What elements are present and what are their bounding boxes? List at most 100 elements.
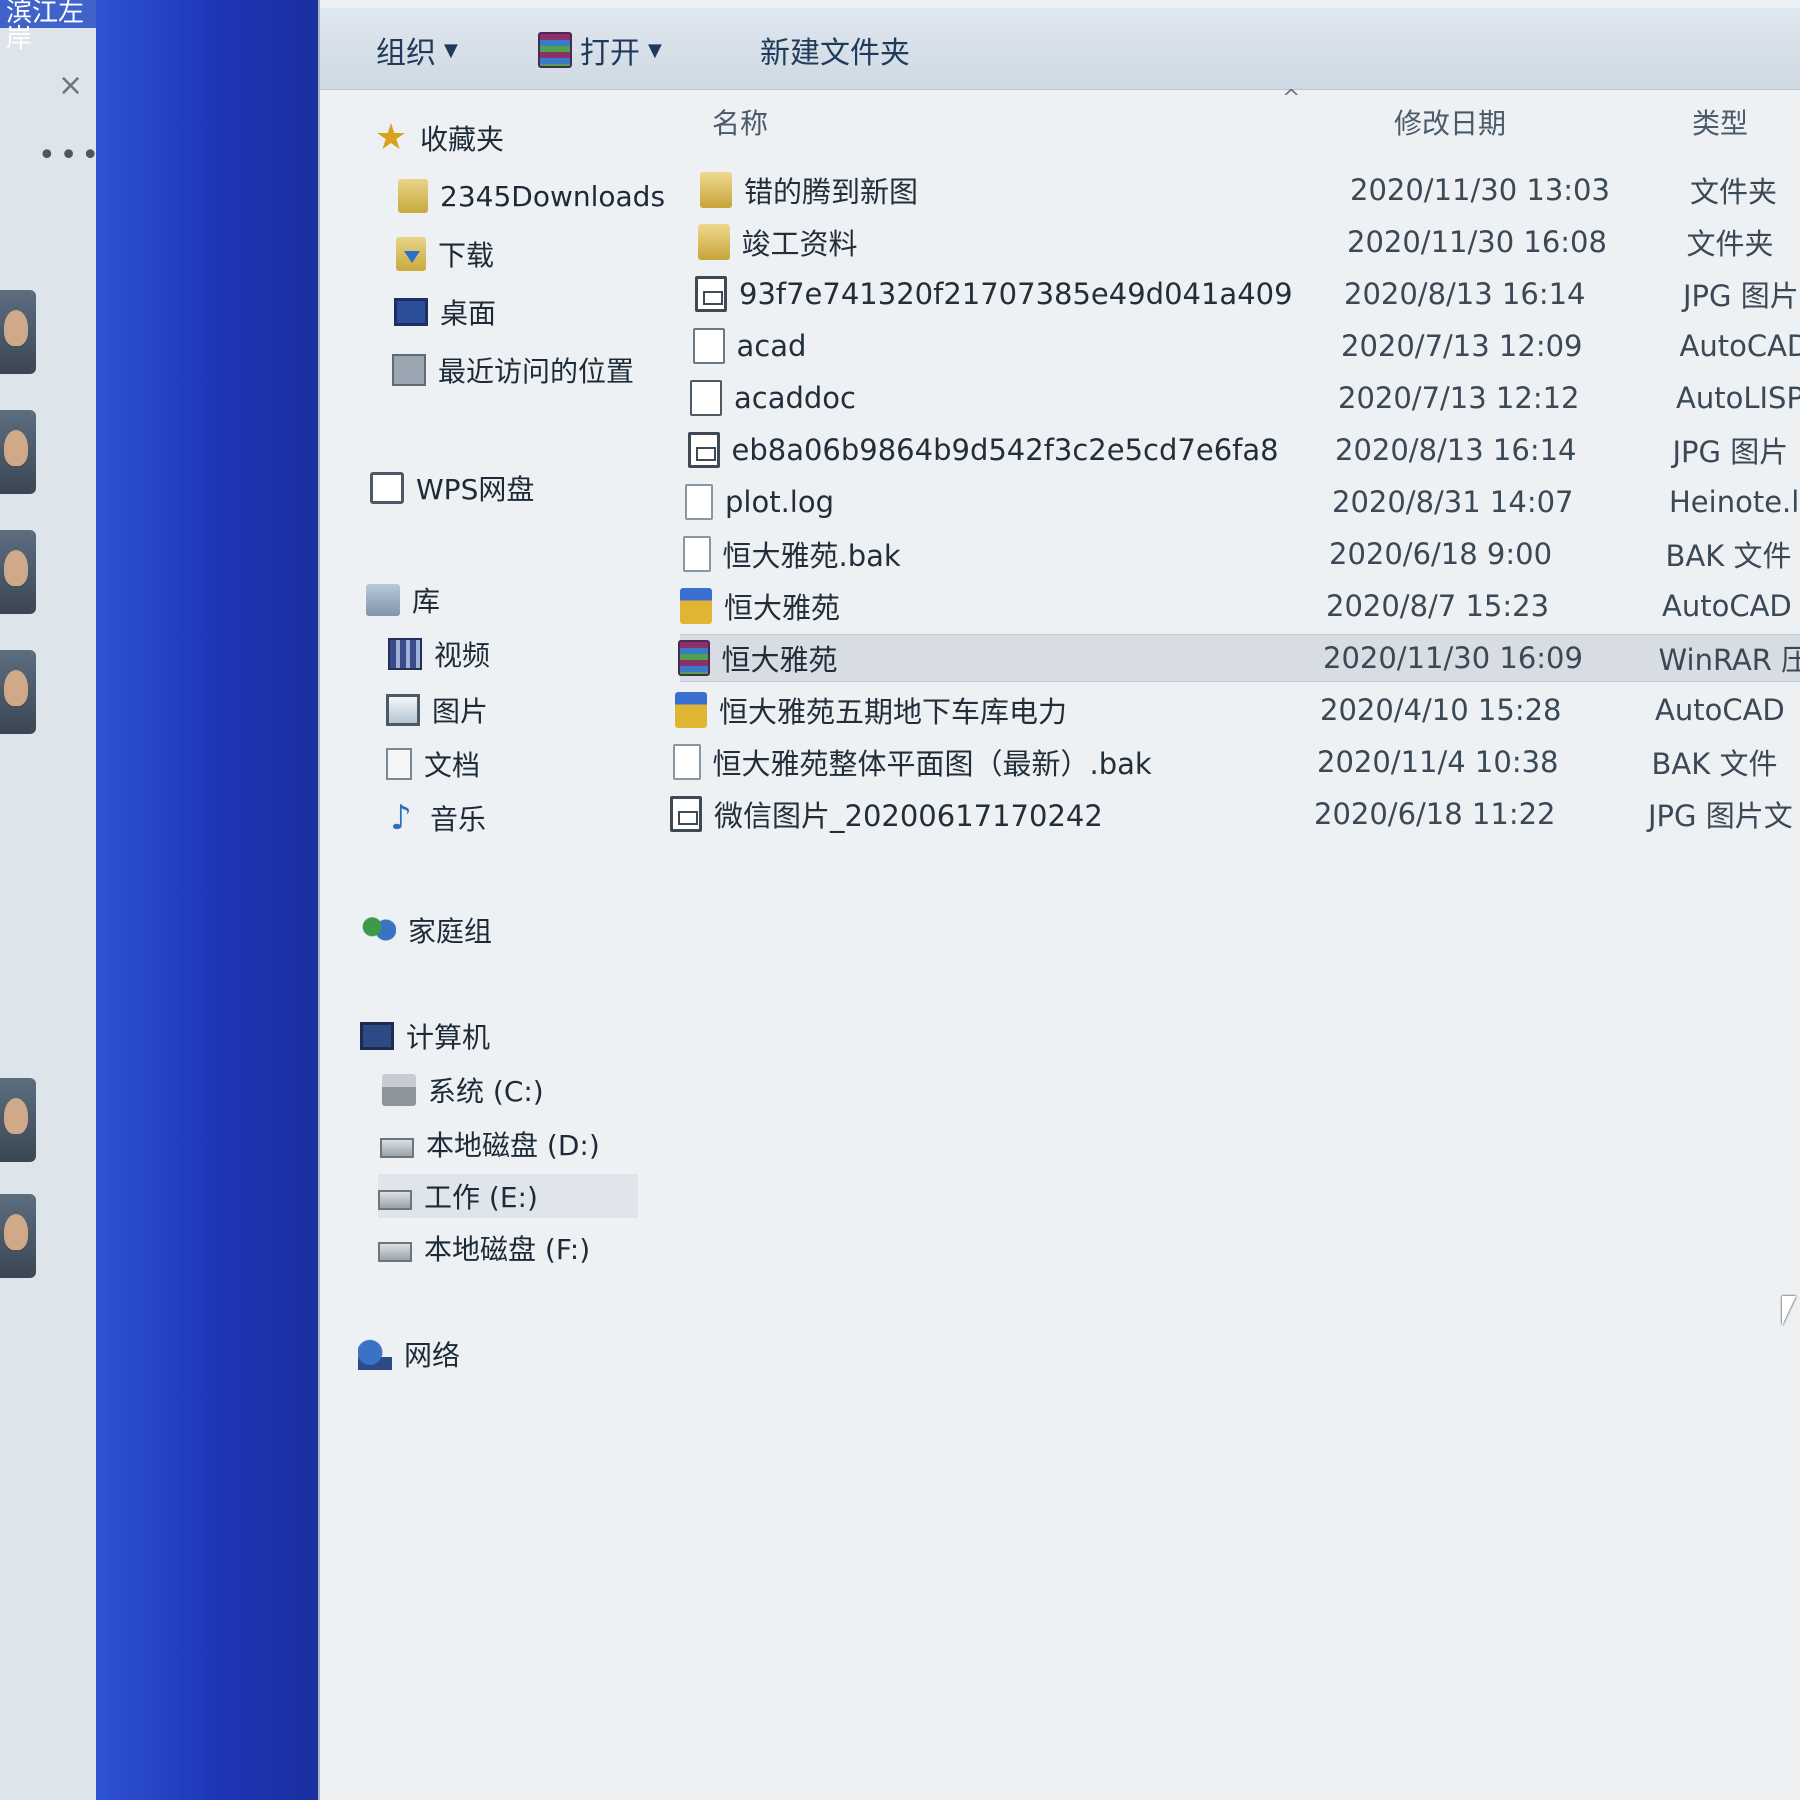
nav-label: 音乐	[430, 803, 487, 836]
file-row[interactable]: 恒大雅苑 2020/11/30 16:09 WinRAR 压	[677, 634, 1800, 682]
hard-drive-icon	[380, 1138, 414, 1158]
nav-downloads[interactable]: 下载	[396, 232, 494, 276]
nav-label: 收藏夹	[420, 123, 505, 156]
nav-label: 计算机	[406, 1021, 491, 1054]
nav-desktop[interactable]: 桌面	[394, 290, 496, 334]
file-name-cell: 恒大雅苑整体平面图（最新）.bak	[672, 741, 1152, 783]
music-note-icon: ♪	[390, 798, 412, 838]
nav-drive-f[interactable]: 本地磁盘 (F:)	[378, 1226, 590, 1270]
open-label: 打开	[580, 36, 640, 71]
chevron-down-icon: ▼	[444, 39, 458, 61]
dwg-file-icon	[680, 588, 712, 624]
column-date-modified[interactable]: 修改日期	[1394, 102, 1506, 142]
wps-cloud-icon	[370, 472, 404, 504]
file-name-cell: 错的腾到新图	[700, 169, 918, 211]
file-row[interactable]: plot.log 2020/8/31 14:07 Heinote.l	[680, 478, 1800, 526]
nav-favorites[interactable]: ★ 收藏夹	[374, 116, 504, 160]
folder-icon	[697, 224, 730, 260]
nav-wps-cloud[interactable]: WPS网盘	[370, 466, 534, 510]
jpg-file-icon	[695, 276, 727, 312]
nav-documents[interactable]: 文档	[386, 742, 480, 786]
file-name-cell: eb8a06b9864b9d542f3c2e5cd7e6fa8	[687, 432, 1279, 468]
pictures-icon	[386, 694, 420, 726]
file-row[interactable]: eb8a06b9864b9d542f3c2e5cd7e6fa8 2020/8/13…	[680, 426, 1800, 474]
file-date-modified: 2020/11/30 16:08	[1347, 225, 1607, 259]
file-row[interactable]: acaddoc 2020/7/13 12:12 AutoLISP	[680, 374, 1800, 422]
nav-label: 2345Downloads	[440, 179, 666, 213]
nav-label: 文档	[424, 749, 481, 782]
file-name: 恒大雅苑.bak	[722, 539, 901, 573]
file-name-cell: 微信图片_20200617170242	[670, 793, 1103, 835]
column-name[interactable]: 名称	[712, 102, 768, 142]
nav-recent-places[interactable]: 最近访问的位置	[392, 348, 634, 392]
file-name-cell: 93f7e741320f21707385e49d041a409	[695, 276, 1293, 312]
file-type: BAK 文件	[1651, 747, 1778, 781]
video-icon	[388, 638, 422, 670]
file-row[interactable]: 恒大雅苑.bak 2020/6/18 9:00 BAK 文件	[680, 530, 1800, 578]
file-name: acaddoc	[734, 381, 856, 415]
avatar[interactable]	[0, 290, 36, 374]
nav-label: 家庭组	[408, 915, 493, 948]
nav-label: 网络	[404, 1339, 461, 1372]
file-date-modified: 2020/6/18 9:00	[1329, 537, 1553, 571]
file-row[interactable]: 恒大雅苑整体平面图（最新）.bak 2020/11/4 10:38 BAK 文件	[672, 738, 1800, 786]
avatar[interactable]	[0, 530, 36, 614]
file-row[interactable]: 恒大雅苑五期地下车库电力 2020/4/10 15:28 AutoCAD	[675, 686, 1800, 734]
nav-libraries[interactable]: 库	[366, 578, 440, 622]
file-name-cell: 恒大雅苑五期地下车库电力	[675, 689, 1067, 731]
file-name-cell: acaddoc	[690, 380, 856, 416]
organize-button[interactable]: 组织 ▼	[376, 30, 458, 71]
network-icon	[358, 1338, 392, 1370]
lsp-file-icon	[690, 380, 722, 416]
rar-file-icon	[677, 640, 710, 676]
folder-icon	[398, 179, 428, 213]
recent-places-icon	[392, 354, 426, 386]
nav-music[interactable]: ♪ 音乐	[384, 796, 486, 840]
file-name-cell: 恒大雅苑	[680, 585, 840, 627]
column-type[interactable]: 类型	[1692, 102, 1748, 142]
nav-label: 视频	[434, 639, 491, 672]
new-folder-button[interactable]: 新建文件夹	[760, 30, 910, 71]
avatar[interactable]	[0, 410, 36, 494]
file-name: 恒大雅苑	[721, 643, 838, 677]
file-date-modified: 2020/4/10 15:28	[1320, 693, 1562, 727]
more-icon[interactable]: •••	[38, 138, 103, 173]
avatar[interactable]	[0, 650, 36, 734]
file-date-modified: 2020/11/4 10:38	[1317, 745, 1559, 779]
avatar[interactable]	[0, 1078, 36, 1162]
file-type: JPG 图片文	[1648, 799, 1793, 833]
nav-drive-c[interactable]: 系统 (C:)	[382, 1068, 544, 1112]
file-date-modified: 2020/11/30 13:03	[1350, 173, 1610, 207]
file-name-cell: acad	[692, 328, 806, 364]
file-row[interactable]: 微信图片_20200617170242 2020/6/18 11:22 JPG 图片…	[670, 790, 1800, 838]
nav-homegroup[interactable]: 家庭组	[362, 908, 492, 952]
column-header: ^ 名称 修改日期 类型	[680, 86, 1800, 156]
nav-drive-d[interactable]: 本地磁盘 (D:)	[380, 1122, 600, 1166]
homegroup-icon	[362, 914, 396, 946]
file-row[interactable]: 竣工资料 2020/11/30 16:08 文件夹	[680, 218, 1800, 266]
blank-file-icon	[672, 744, 701, 780]
file-date-modified: 2020/8/7 15:23	[1326, 589, 1550, 623]
nav-network[interactable]: 网络	[358, 1332, 460, 1376]
file-type: AutoCAD	[1679, 329, 1800, 363]
nav-videos[interactable]: 视频	[388, 632, 490, 676]
file-row[interactable]: 93f7e741320f21707385e49d041a409 2020/8/13…	[680, 270, 1800, 318]
avatar[interactable]	[0, 1194, 36, 1278]
nav-pictures[interactable]: 图片	[386, 688, 488, 732]
file-row[interactable]: 恒大雅苑 2020/8/7 15:23 AutoCAD	[680, 582, 1800, 630]
file-type: AutoLISP	[1676, 381, 1800, 415]
file-date-modified: 2020/8/13 16:14	[1335, 433, 1577, 467]
blank-file-icon	[685, 484, 713, 520]
fas-file-icon	[692, 328, 725, 364]
open-button[interactable]: 打开 ▼	[538, 30, 662, 71]
nav-drive-e[interactable]: 工作 (E:)	[378, 1174, 638, 1218]
file-row[interactable]: acad 2020/7/13 12:09 AutoCAD	[680, 322, 1800, 370]
file-type: JPG 图片	[1672, 435, 1789, 469]
close-icon[interactable]: ×	[58, 68, 83, 103]
file-row[interactable]: 错的腾到新图 2020/11/30 13:03 文件夹	[680, 166, 1800, 214]
winrar-icon	[538, 32, 572, 68]
nav-computer[interactable]: 计算机	[360, 1014, 490, 1058]
file-name-cell: plot.log	[685, 484, 834, 520]
file-date-modified: 2020/6/18 11:22	[1314, 797, 1556, 831]
nav-2345downloads[interactable]: 2345Downloads	[398, 174, 665, 218]
